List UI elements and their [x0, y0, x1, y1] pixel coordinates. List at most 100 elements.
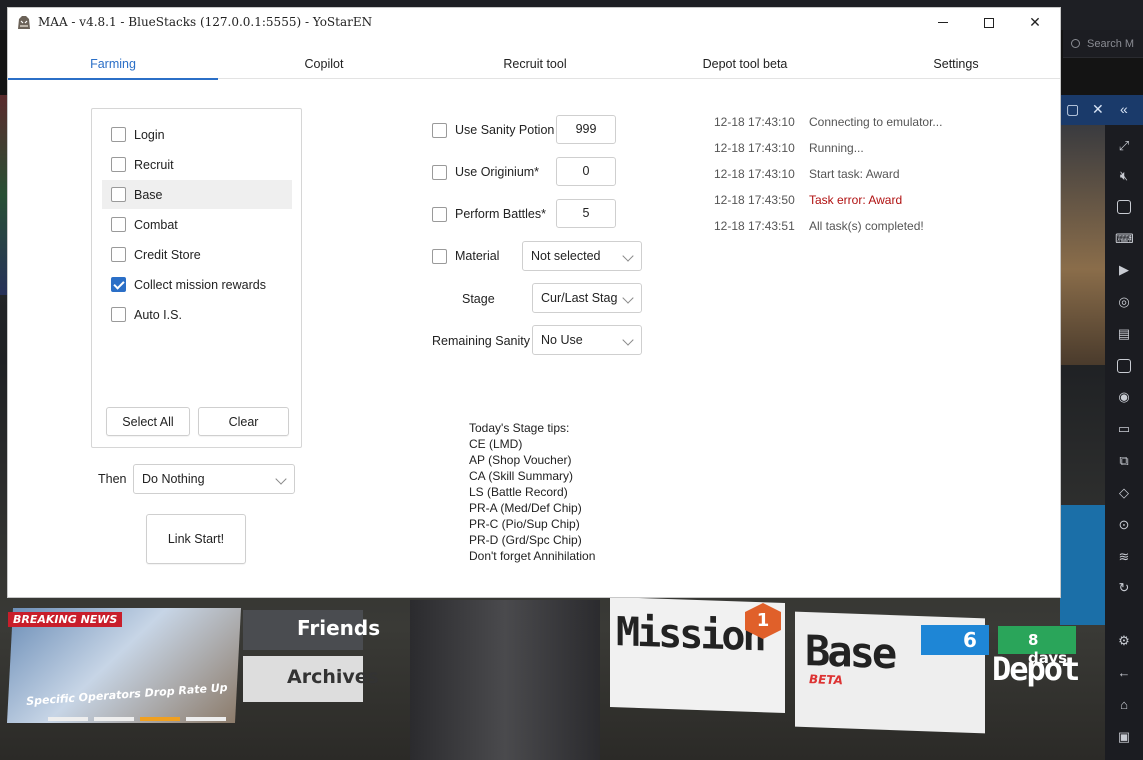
game-scenery-panel [1060, 505, 1105, 625]
log-message: Running... [809, 141, 864, 155]
task-auto-is-checkbox[interactable] [111, 307, 126, 322]
use-originium-option[interactable]: Use Originium* [432, 162, 539, 182]
tab-bar: Farming Copilot Recruit tool Depot tool … [8, 52, 1062, 80]
record-icon[interactable]: ▶ [1115, 261, 1133, 279]
sidebar-close-icon[interactable]: ✕ [1092, 101, 1104, 118]
stage-tip: CA (Skill Summary) [469, 469, 574, 483]
material-dropdown[interactable]: Not selected [522, 241, 642, 271]
stage-value: Cur/Last Stag [541, 291, 618, 305]
remaining-sanity-value: No Use [541, 333, 583, 347]
task-login[interactable]: Login [102, 120, 292, 149]
task-label: Combat [134, 217, 178, 232]
task-label: Collect mission rewards [134, 277, 266, 292]
then-label: Then [98, 472, 127, 486]
layers-icon[interactable]: ≋ [1115, 548, 1133, 566]
remaining-sanity-dropdown[interactable]: No Use [532, 325, 642, 355]
stage-tip: PR-D (Grd/Spc Chip) [469, 533, 582, 547]
task-base-checkbox[interactable] [111, 187, 126, 202]
maximize-button[interactable] [966, 8, 1012, 37]
tab-farming[interactable]: Farming [8, 52, 218, 80]
depot-button[interactable]: Depot [992, 650, 1080, 688]
task-recruit[interactable]: Recruit [102, 150, 292, 179]
log-time: 12-18 17:43:10 [714, 141, 795, 155]
maximize-icon [984, 17, 994, 28]
task-base[interactable]: Base [102, 180, 292, 209]
folder-icon[interactable]: ▭ [1115, 420, 1133, 438]
material-label: Material [455, 249, 500, 263]
macro-icon[interactable]: ◎ [1115, 293, 1133, 311]
clear-button[interactable]: Clear [198, 407, 289, 436]
minimize-button[interactable] [920, 8, 966, 37]
log-time: 12-18 17:43:51 [714, 219, 795, 233]
close-button[interactable]: ✕ [1012, 8, 1058, 37]
task-collect-mission-rewards[interactable]: Collect mission rewards [102, 270, 292, 299]
perform-battles-label: Perform Battles* [455, 207, 547, 221]
app-logo-icon [18, 16, 30, 29]
task-combat[interactable]: Combat [102, 210, 292, 239]
material-value: Not selected [531, 249, 601, 263]
stage-tip: LS (Battle Record) [469, 485, 568, 499]
material-checkbox[interactable] [432, 248, 447, 264]
gamepad-icon[interactable]: ▤ [1115, 325, 1133, 343]
stage-tips-heading: Today's Stage tips: [469, 421, 570, 435]
task-collect-mission-rewards-checkbox[interactable] [111, 277, 126, 292]
use-sanity-potion-checkbox[interactable] [432, 122, 447, 138]
stage-dropdown[interactable]: Cur/Last Stag [532, 283, 642, 313]
emulator-search-box[interactable]: Search M [1063, 30, 1143, 58]
chevron-down-icon [622, 250, 634, 262]
task-credit-store-checkbox[interactable] [111, 247, 126, 262]
material-option[interactable]: Material [432, 246, 499, 266]
log-time: 12-18 17:43:50 [714, 193, 795, 207]
settings-gear-icon[interactable]: ⚙ [1115, 632, 1133, 650]
sidebar-restore-icon[interactable]: ▢ [1066, 101, 1079, 118]
sidebar-collapse-icon[interactable]: « [1120, 101, 1128, 117]
fullscreen-icon[interactable]: ⤢ [1115, 137, 1133, 155]
tab-recruit-tool[interactable]: Recruit tool [430, 52, 640, 79]
sync-icon[interactable]: ↻ [1115, 579, 1133, 597]
keyboard-icon[interactable]: ⌨ [1115, 230, 1134, 248]
sanity-potion-input[interactable]: 999 [556, 115, 616, 144]
home-icon[interactable]: ⌂ [1115, 696, 1133, 714]
select-all-button[interactable]: Select All [106, 407, 190, 436]
tab-copilot[interactable]: Copilot [218, 52, 430, 79]
screenshot-icon[interactable]: ◉ [1115, 388, 1133, 406]
then-value: Do Nothing [142, 472, 205, 486]
task-label: Base [134, 187, 163, 202]
emulator-sidebar-header: ▢ ✕ « [1060, 95, 1143, 125]
task-credit-store[interactable]: Credit Store [102, 240, 292, 269]
news-tag: BREAKING NEWS [8, 612, 123, 627]
perform-battles-checkbox[interactable] [432, 206, 447, 222]
then-dropdown[interactable]: Do Nothing [133, 464, 295, 494]
friends-label: Friends [297, 616, 381, 640]
title-bar[interactable]: MAA - v4.8.1 - BlueStacks (127.0.0.1:555… [8, 8, 1060, 37]
tab-depot-tool[interactable]: Depot tool beta [640, 52, 850, 79]
use-originium-checkbox[interactable] [432, 164, 447, 180]
archives-button[interactable]: Archives [243, 656, 379, 702]
eraser-icon[interactable]: ◇ [1115, 484, 1133, 502]
use-sanity-potion-option[interactable]: Use Sanity Potion [432, 120, 554, 140]
back-icon[interactable]: ← [1115, 664, 1133, 682]
task-combat-checkbox[interactable] [111, 217, 126, 232]
task-auto-is[interactable]: Auto I.S. [102, 300, 292, 329]
link-start-button[interactable]: Link Start! [146, 514, 246, 564]
battles-input[interactable]: 5 [556, 199, 616, 228]
notification-badge: 6 [921, 625, 989, 655]
notification-count: 6 [963, 628, 977, 652]
mute-icon[interactable]: 🔇︎ [1115, 167, 1133, 185]
recent-apps-icon[interactable]: ▣ [1115, 728, 1133, 746]
task-login-checkbox[interactable] [111, 127, 126, 142]
multi-instance-icon[interactable]: ⧉ [1115, 452, 1133, 470]
log-message: Start task: Award [809, 167, 900, 181]
location-icon[interactable]: ⊙ [1115, 516, 1133, 534]
task-recruit-checkbox[interactable] [111, 157, 126, 172]
pointer-icon[interactable] [1115, 198, 1133, 216]
friends-button[interactable]: Friends [243, 610, 380, 650]
use-sanity-potion-label: Use Sanity Potion [455, 123, 555, 137]
perform-battles-option[interactable]: Perform Battles* [432, 204, 546, 224]
originium-input[interactable]: 0 [556, 157, 616, 186]
apk-icon[interactable] [1115, 357, 1133, 375]
log-time: 12-18 17:43:10 [714, 115, 795, 129]
task-label: Recruit [134, 157, 174, 172]
remaining-sanity-label: Remaining Sanity [432, 334, 530, 348]
tab-settings[interactable]: Settings [850, 52, 1062, 79]
